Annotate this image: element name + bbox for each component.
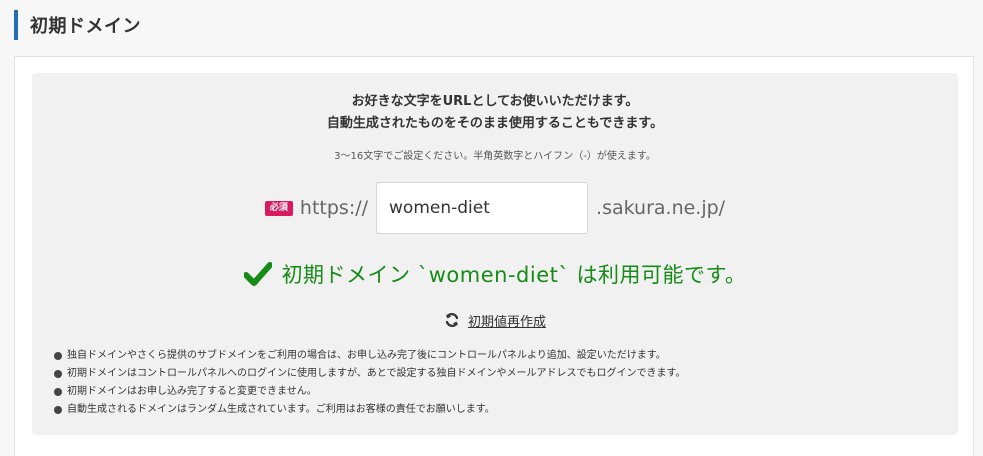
domain-suffix: .sakura.ne.jp/ (596, 197, 726, 219)
note-item: 自動生成されるドメインはランダム生成されています。ご利用はお客様の責任でお願いし… (54, 401, 686, 419)
bullet-icon (54, 406, 62, 414)
note-text: 初期ドメインはお申し込み完了すると変更できません。 (67, 386, 317, 397)
section-header: 初期ドメイン (14, 10, 141, 40)
intro-text: お好きな文字をURLとしてお使いいただけます。 自動生成されたものをそのまま使用… (32, 91, 958, 135)
refresh-icon (444, 312, 460, 328)
section-title: 初期ドメイン (30, 16, 141, 37)
note-item: 初期ドメインはお申し込み完了すると変更できません。 (54, 383, 686, 401)
bullet-icon (54, 352, 62, 360)
availability-message: 初期ドメイン `women-diet` は利用可能です。 (281, 263, 747, 287)
check-icon (243, 262, 272, 286)
note-text: 自動生成されるドメインはランダム生成されています。ご利用はお客様の責任でお願いし… (67, 404, 495, 415)
section-accent-bar (14, 10, 18, 40)
regenerate-row: 初期値再作成 (32, 309, 958, 331)
regenerate-default-link[interactable]: 初期値再作成 (468, 311, 546, 330)
required-badge: 必須 (264, 200, 293, 216)
note-text: 独自ドメインやさくら提供のサブドメインをご利用の場合は、お申し込み完了後にコント… (67, 350, 666, 361)
domain-settings-panel: お好きな文字をURLとしてお使いいただけます。 自動生成されたものをそのまま使用… (32, 73, 958, 435)
availability-status: 初期ドメイン `women-diet` は利用可能です。 (32, 257, 958, 291)
note-text: 初期ドメインはコントロールパネルへのログインに使用しますが、あとで設定する独自ド… (67, 368, 686, 379)
note-item: 独自ドメインやさくら提供のサブドメインをご利用の場合は、お申し込み完了後にコント… (54, 347, 686, 365)
bullet-icon (54, 370, 62, 378)
domain-input[interactable] (376, 182, 589, 234)
bullet-icon (54, 388, 62, 396)
domain-input-row: 必須 https:// .sakura.ne.jp/ (32, 181, 958, 235)
intro-line-1: お好きな文字をURLとしてお使いいただけます。 (351, 94, 639, 109)
domain-prefix: https:// (299, 197, 369, 219)
domain-notes: 独自ドメインやさくら提供のサブドメインをご利用の場合は、お申し込み完了後にコント… (54, 347, 686, 419)
domain-hint: 3〜16文字でご設定ください。半角英数字とハイフン（-）が使えます。 (334, 151, 656, 162)
note-item: 初期ドメインはコントロールパネルへのログインに使用しますが、あとで設定する独自ド… (54, 365, 686, 383)
intro-line-2: 自動生成されたものをそのまま使用することもできます。 (326, 116, 664, 131)
domain-card: お好きな文字をURLとしてお使いいただけます。 自動生成されたものをそのまま使用… (14, 56, 974, 456)
